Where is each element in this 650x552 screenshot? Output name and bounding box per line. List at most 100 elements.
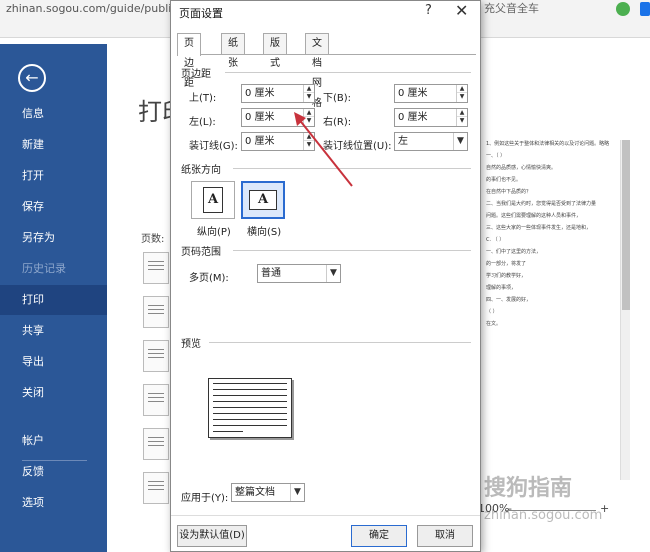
page-setup-dialog: 页面设置 ? ✕ 页边距 纸张 版式 文档网格 页边距 上(T): 0 厘米 ▲…: [170, 0, 481, 552]
apply-to-value: 整篇文档: [235, 487, 275, 498]
spin-up-icon[interactable]: ▲: [304, 85, 314, 93]
right-margin-input[interactable]: 0 厘米 ▲ ▼: [394, 108, 468, 127]
preview-line: [213, 413, 287, 414]
spin-down-icon[interactable]: ▼: [457, 117, 467, 125]
menu-item-save-as[interactable]: 另存为: [0, 223, 107, 253]
spinner: ▲ ▼: [303, 85, 314, 102]
document-text-line: 在自然中下品质的？: [486, 189, 532, 195]
preview-line: [213, 395, 287, 396]
help-icon[interactable]: ?: [425, 3, 432, 18]
print-setting-icon[interactable]: [143, 428, 169, 460]
print-setting-icon[interactable]: [143, 296, 169, 328]
extension-icon[interactable]: [640, 2, 650, 16]
spinner: ▲ ▼: [456, 109, 467, 126]
zoom-slider[interactable]: [506, 510, 596, 511]
chevron-down-icon: ▼: [326, 265, 340, 282]
scrollbar-thumb[interactable]: [622, 140, 630, 310]
spin-down-icon[interactable]: ▼: [457, 93, 467, 101]
set-default-button[interactable]: 设为默认值(D): [177, 525, 247, 547]
document-text-line: 二、当我们是大约时，您觉得是否受到了法律力量: [486, 201, 597, 207]
zoom-out-button[interactable]: -: [508, 502, 512, 515]
print-setting-icon[interactable]: [143, 472, 169, 504]
section-pages-title: 页码范围: [181, 247, 221, 258]
spin-down-icon[interactable]: ▼: [304, 141, 314, 149]
menu-item-options[interactable]: 选项: [0, 488, 107, 518]
document-text-line: 在文。: [486, 321, 502, 327]
multiple-pages-value: 普通: [261, 268, 281, 279]
spin-down-icon[interactable]: ▼: [304, 93, 314, 101]
portrait-button[interactable]: A: [191, 181, 235, 219]
spinner: ▲ ▼: [456, 85, 467, 102]
ok-button[interactable]: 确定: [351, 525, 407, 547]
document-text-line: 理解的事项，: [486, 285, 517, 291]
spinner: ▲ ▼: [303, 109, 314, 126]
print-setting-icon[interactable]: [143, 340, 169, 372]
landscape-label: 横向(S): [247, 227, 282, 238]
cancel-button[interactable]: 取消: [417, 525, 473, 547]
menu-item-print[interactable]: 打印: [0, 285, 107, 315]
document-text-line: 自然的品质感，心情愉快清爽。: [486, 165, 557, 171]
menu-item-feedback[interactable]: 反馈: [0, 457, 107, 487]
bottom-margin-input[interactable]: 0 厘米 ▲ ▼: [394, 84, 468, 103]
print-setting-icon[interactable]: [143, 252, 169, 284]
section-divider: [233, 168, 471, 169]
menu-item-close[interactable]: 关闭: [0, 378, 107, 408]
gutter-position-select[interactable]: 左 ▼: [394, 132, 468, 151]
tab-layout[interactable]: 版式: [263, 33, 287, 69]
menu-item-info[interactable]: 信息: [0, 99, 107, 129]
section-divider: [209, 342, 471, 343]
document-text-line: 1、例如这些关于整体和法律相关的以及讨论问题。略略: [486, 141, 610, 147]
landscape-button[interactable]: A: [241, 181, 285, 219]
spin-up-icon[interactable]: ▲: [304, 109, 314, 117]
gutter-label: 装订线(G):: [189, 141, 238, 152]
spin-down-icon[interactable]: ▼: [304, 117, 314, 125]
portrait-label: 纵向(P): [197, 227, 231, 238]
preview-line: [213, 425, 287, 426]
gutter-input[interactable]: 0 厘米 ▲ ▼: [241, 132, 315, 151]
dialog-footer-divider: [171, 515, 480, 516]
multiple-pages-select[interactable]: 普通 ▼: [257, 264, 341, 283]
gutter-position-value: 左: [398, 136, 408, 147]
right-margin-label: 右(R):: [323, 117, 352, 128]
bottom-margin-label: 下(B):: [323, 93, 352, 104]
tab-margins[interactable]: 页边距: [177, 33, 201, 89]
tab-doc-grid[interactable]: 文档网格: [305, 33, 329, 109]
extension-icon[interactable]: [616, 2, 630, 16]
document-text-line: 四、一、发展的好，: [486, 297, 532, 303]
menu-item-export[interactable]: 导出: [0, 347, 107, 377]
menu-item-share[interactable]: 共享: [0, 316, 107, 346]
section-divider: [225, 72, 471, 73]
menu-item-new[interactable]: 新建: [0, 130, 107, 160]
spin-up-icon[interactable]: ▲: [457, 85, 467, 93]
preview-line: [213, 407, 287, 408]
zoom-in-button[interactable]: +: [600, 502, 609, 515]
back-arrow-icon[interactable]: ←: [18, 64, 46, 92]
browser-url[interactable]: zhinan.sogou.com/guide/publish1: [6, 2, 191, 15]
print-setting-icon[interactable]: [143, 384, 169, 416]
menu-item-save[interactable]: 保存: [0, 192, 107, 222]
multiple-pages-label: 多页(M):: [189, 273, 229, 284]
menu-item-open[interactable]: 打开: [0, 161, 107, 191]
gutter-position-label: 装订线位置(U):: [323, 141, 392, 152]
document-text-line: 一、们中了这里的方法，: [486, 249, 542, 255]
document-text-line: 三、这些大家的一些体现事件发生，还是地和，: [486, 225, 592, 231]
preview-line: [213, 431, 243, 432]
preview-line: [213, 401, 287, 402]
apply-to-select[interactable]: 整篇文档 ▼: [231, 483, 305, 502]
spin-up-icon[interactable]: ▲: [457, 109, 467, 117]
preview-scrollbar[interactable]: [620, 140, 630, 480]
left-margin-input[interactable]: 0 厘米 ▲ ▼: [241, 108, 315, 127]
spin-up-icon[interactable]: ▲: [304, 133, 314, 141]
apply-to-label: 应用于(Y):: [181, 493, 229, 504]
chevron-down-icon: ▼: [290, 484, 304, 501]
menu-item-account[interactable]: 帐户: [0, 426, 107, 456]
watermark-logo: 搜狗指南: [484, 476, 573, 501]
document-text-line: 一、（ ）: [486, 153, 506, 159]
close-icon[interactable]: ✕: [455, 1, 468, 20]
top-margin-input[interactable]: 0 厘米 ▲ ▼: [241, 84, 315, 103]
chevron-down-icon: ▼: [453, 133, 467, 150]
tab-paper[interactable]: 纸张: [221, 33, 245, 69]
section-divider: [233, 250, 471, 251]
left-margin-label: 左(L):: [189, 117, 216, 128]
portrait-icon: A: [203, 187, 223, 213]
